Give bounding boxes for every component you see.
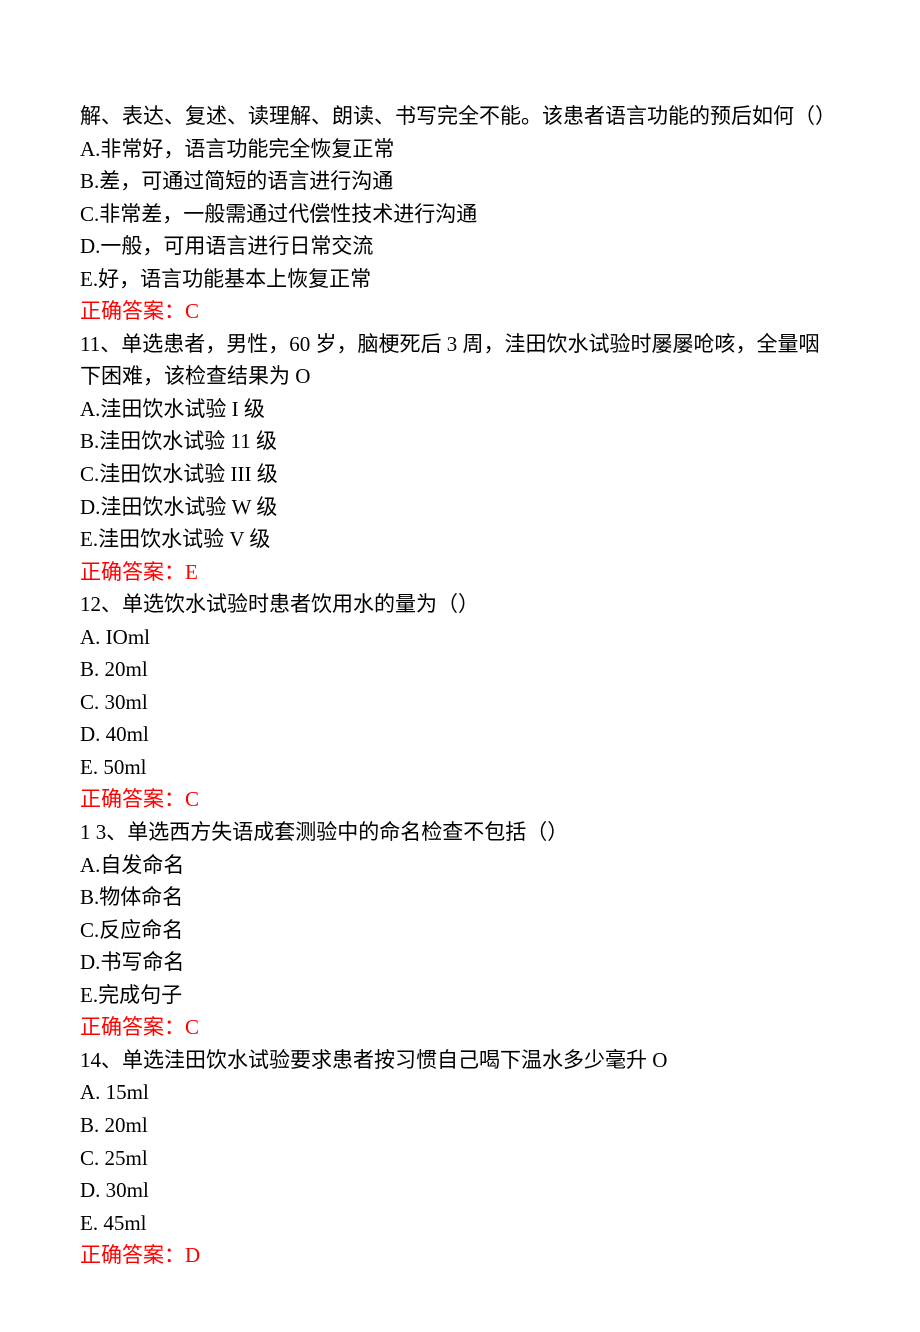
option-c: C. 30ml bbox=[80, 686, 840, 719]
question-stem: 12、单选饮水试验时患者饮用水的量为（） bbox=[80, 588, 840, 621]
question-stem: 11、单选患者，男性，60 岁，脑梗死后 3 周，洼田饮水试验时屡屡呛咳，全量咽… bbox=[80, 328, 840, 393]
option-c: C.非常差，一般需通过代偿性技术进行沟通 bbox=[80, 198, 840, 231]
option-b: B. 20ml bbox=[80, 653, 840, 686]
option-c: C. 25ml bbox=[80, 1142, 840, 1175]
option-a: A. IOml bbox=[80, 621, 840, 654]
question-stem: 14、单选洼田饮水试验要求患者按习惯自己喝下温水多少毫升 O bbox=[80, 1044, 840, 1077]
option-d: D.书写命名 bbox=[80, 946, 840, 979]
document-page: 解、表达、复述、读理解、朗读、书写完全不能。该患者语言功能的预后如何（） A.非… bbox=[0, 0, 920, 1332]
question-stem: 解、表达、复述、读理解、朗读、书写完全不能。该患者语言功能的预后如何（） bbox=[80, 100, 840, 133]
option-e: E.完成句子 bbox=[80, 979, 840, 1012]
correct-answer: 正确答案：D bbox=[80, 1239, 840, 1272]
correct-answer: 正确答案：C bbox=[80, 1011, 840, 1044]
option-e: E. 45ml bbox=[80, 1207, 840, 1240]
question-13: 1 3、单选西方失语成套测验中的命名检查不包括（） A.自发命名 B.物体命名 … bbox=[80, 816, 840, 1044]
option-e: E. 50ml bbox=[80, 751, 840, 784]
option-d: D. 40ml bbox=[80, 718, 840, 751]
option-b: B.差，可通过简短的语言进行沟通 bbox=[80, 165, 840, 198]
option-e: E.洼田饮水试验 V 级 bbox=[80, 523, 840, 556]
option-a: A.非常好，语言功能完全恢复正常 bbox=[80, 133, 840, 166]
option-c: C.反应命名 bbox=[80, 914, 840, 947]
option-d: D.洼田饮水试验 W 级 bbox=[80, 491, 840, 524]
option-d: D. 30ml bbox=[80, 1174, 840, 1207]
option-d: D.一般，可用语言进行日常交流 bbox=[80, 230, 840, 263]
question-stem: 1 3、单选西方失语成套测验中的命名检查不包括（） bbox=[80, 816, 840, 849]
option-a: A.洼田饮水试验 I 级 bbox=[80, 393, 840, 426]
option-c: C.洼田饮水试验 III 级 bbox=[80, 458, 840, 491]
question-11: 11、单选患者，男性，60 岁，脑梗死后 3 周，洼田饮水试验时屡屡呛咳，全量咽… bbox=[80, 328, 840, 588]
correct-answer: 正确答案：E bbox=[80, 556, 840, 589]
question-10: 解、表达、复述、读理解、朗读、书写完全不能。该患者语言功能的预后如何（） A.非… bbox=[80, 100, 840, 328]
correct-answer: 正确答案：C bbox=[80, 783, 840, 816]
option-b: B.物体命名 bbox=[80, 881, 840, 914]
option-e: E.好，语言功能基本上恢复正常 bbox=[80, 263, 840, 296]
correct-answer: 正确答案：C bbox=[80, 295, 840, 328]
question-12: 12、单选饮水试验时患者饮用水的量为（） A. IOml B. 20ml C. … bbox=[80, 588, 840, 816]
question-14: 14、单选洼田饮水试验要求患者按习惯自己喝下温水多少毫升 O A. 15ml B… bbox=[80, 1044, 840, 1272]
option-a: A. 15ml bbox=[80, 1076, 840, 1109]
option-b: B.洼田饮水试验 11 级 bbox=[80, 425, 840, 458]
option-a: A.自发命名 bbox=[80, 849, 840, 882]
option-b: B. 20ml bbox=[80, 1109, 840, 1142]
